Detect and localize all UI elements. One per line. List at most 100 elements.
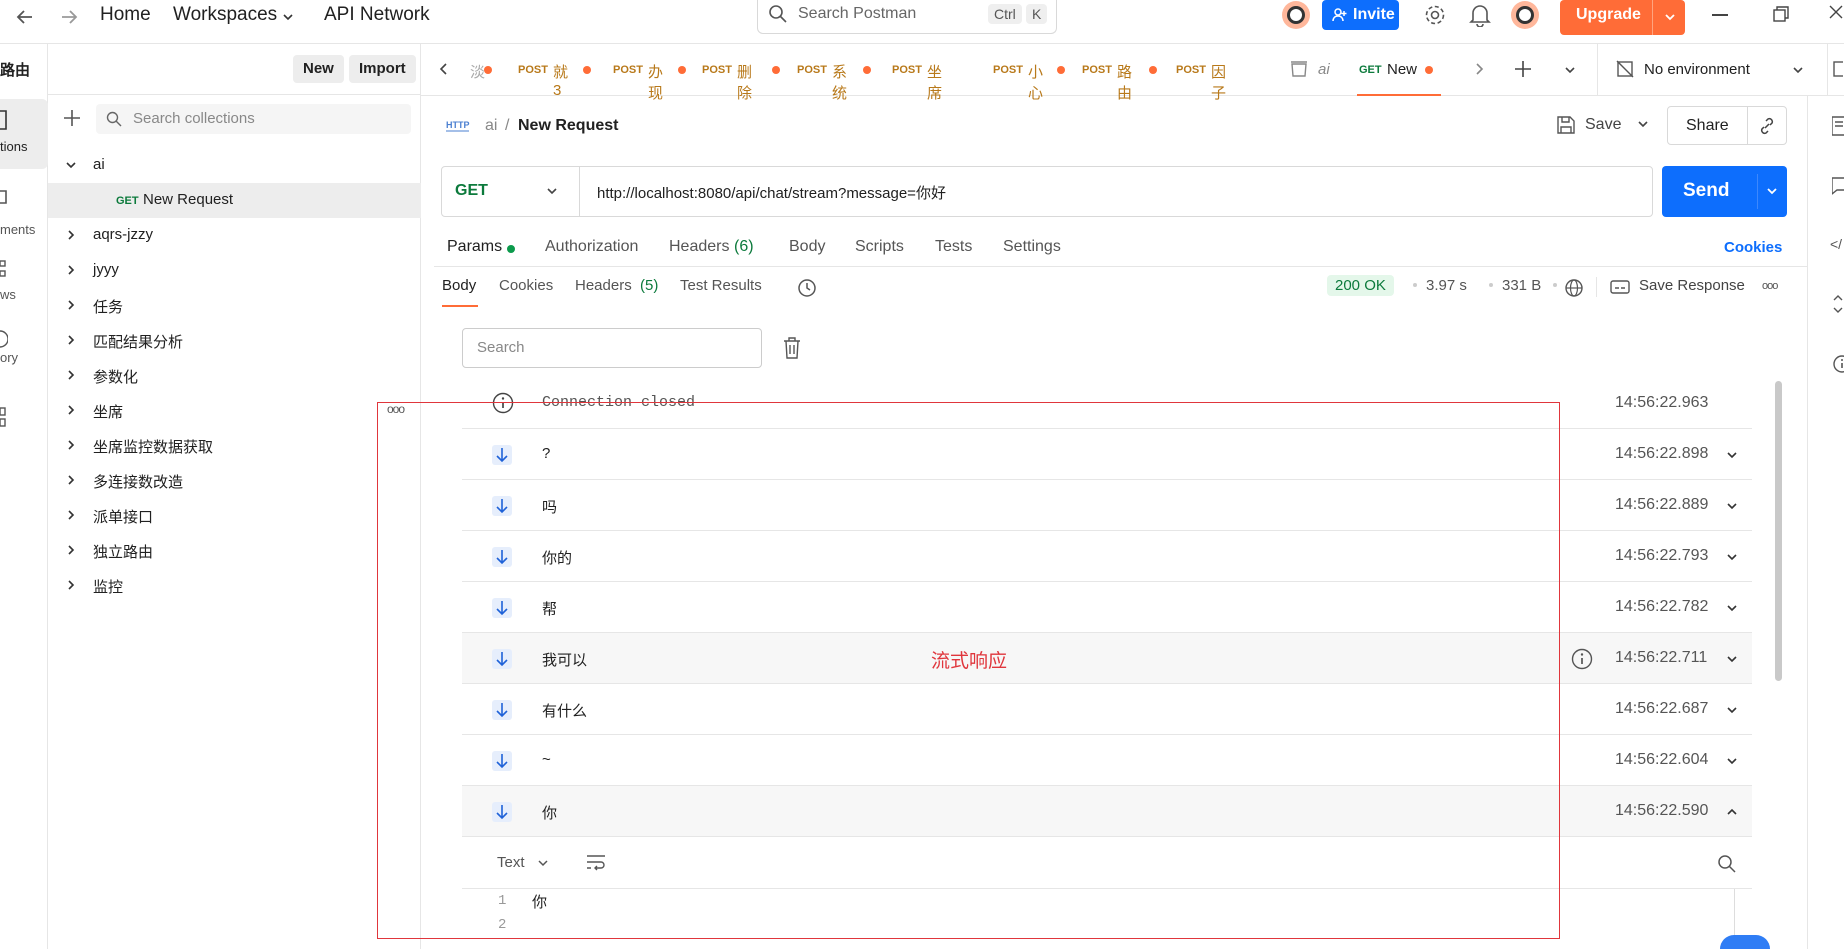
response-time[interactable]: 3.97 s (1426, 277, 1467, 294)
tab-headers[interactable]: Headers (669, 238, 729, 256)
restore-window-icon[interactable] (1773, 6, 1789, 22)
avatar-icon[interactable] (1281, 0, 1311, 30)
tree-item-aqrs-jzzy[interactable]: aqrs-jzzy (48, 218, 421, 253)
profile-avatar-icon[interactable] (1510, 0, 1540, 30)
add-tab-icon[interactable] (1514, 60, 1532, 78)
chevron-down-icon[interactable] (1636, 117, 1650, 131)
method-selector[interactable]: GET (442, 167, 580, 216)
save-response-button[interactable]: Save Response (1610, 275, 1750, 299)
chevron-right-icon[interactable] (64, 473, 78, 487)
documentation-icon[interactable] (1832, 116, 1844, 136)
chevron-down-icon[interactable] (1725, 754, 1739, 768)
info-icon[interactable] (1832, 354, 1844, 374)
chevron-right-icon[interactable] (64, 228, 78, 242)
help-bubble[interactable] (1720, 935, 1770, 949)
tree-item-parameterize[interactable]: 参数化 (48, 358, 421, 393)
url-input[interactable]: http://localhost:8080/api/chat/stream?me… (597, 182, 946, 203)
new-button[interactable]: New (293, 55, 344, 83)
status-badge[interactable]: 200 OK (1327, 275, 1394, 296)
history-icon[interactable] (797, 278, 817, 298)
related-icon[interactable] (1832, 294, 1844, 314)
chevron-right-icon[interactable] (64, 368, 78, 382)
tree-item-multi-connection[interactable]: 多连接数改造 (48, 463, 421, 498)
chevron-left-icon[interactable] (438, 62, 450, 76)
back-arrow-icon[interactable] (14, 6, 36, 28)
search-icon[interactable] (1717, 854, 1737, 874)
cookies-link[interactable]: Cookies (1724, 239, 1782, 256)
globe-icon[interactable] (1564, 278, 1584, 298)
breadcrumb-parent[interactable]: ai (485, 117, 497, 135)
tree-item-new-request[interactable]: GET New Request (48, 183, 421, 218)
add-icon[interactable] (63, 109, 81, 127)
chevron-down-icon[interactable] (64, 158, 78, 172)
more-options-icon[interactable]: ooo (1762, 280, 1778, 292)
chevron-down-icon[interactable] (1725, 652, 1739, 666)
tree-item-independent-routing[interactable]: 独立路由 (48, 533, 421, 568)
tab-authorization[interactable]: Authorization (545, 238, 638, 256)
rail-item-collections[interactable]: tions (0, 99, 48, 169)
tree-item-match-analysis[interactable]: 匹配结果分析 (48, 323, 421, 358)
tree-item-seat[interactable]: 坐席 (48, 393, 421, 428)
tree-item-dispatch-api[interactable]: 派单接口 (48, 498, 421, 533)
send-button[interactable]: Send (1662, 166, 1787, 217)
chevron-right-icon[interactable] (64, 263, 78, 277)
forward-arrow-icon[interactable] (58, 6, 80, 28)
tab-body[interactable]: Body (789, 238, 825, 256)
chevron-down-icon[interactable] (1765, 184, 1779, 198)
chevron-right-icon[interactable] (1473, 62, 1485, 76)
tree-item-monitor[interactable]: 监控 (48, 568, 421, 603)
nav-api-network[interactable]: API Network (324, 4, 430, 26)
response-tab-cookies[interactable]: Cookies (499, 277, 553, 294)
tab-tests[interactable]: Tests (935, 238, 972, 256)
tree-item-ai[interactable]: ai (48, 148, 421, 183)
save-button[interactable]: Save (1555, 106, 1632, 144)
tree-item-tasks[interactable]: 任务 (48, 288, 421, 323)
rail-item-flows[interactable]: ws (0, 249, 48, 319)
chevron-right-icon[interactable] (64, 333, 78, 347)
bell-icon[interactable] (1469, 3, 1491, 27)
trash-icon[interactable] (783, 337, 801, 359)
tree-item-seat-monitor[interactable]: 坐席监控数据获取 (48, 428, 421, 463)
environment-selector[interactable]: No environment (1611, 44, 1821, 96)
chevron-right-icon[interactable] (64, 403, 78, 417)
close-window-icon[interactable] (1828, 4, 1844, 20)
tab-params[interactable]: Params (447, 238, 502, 256)
chevron-down-icon[interactable] (1563, 63, 1577, 77)
tab-scripts[interactable]: Scripts (855, 238, 904, 256)
chevron-down-icon[interactable] (1725, 448, 1739, 462)
response-size[interactable]: 331 B (1502, 277, 1541, 294)
chevron-right-icon[interactable] (64, 438, 78, 452)
chevron-down-icon[interactable] (1725, 550, 1739, 564)
settings-gear-icon[interactable] (1423, 3, 1447, 27)
page-title[interactable]: New Request (518, 117, 618, 135)
nav-home[interactable]: Home (100, 4, 151, 26)
rail-item-environments[interactable]: ments (0, 179, 48, 249)
chevron-right-icon[interactable] (64, 298, 78, 312)
messages-search-input[interactable]: Search (462, 328, 762, 368)
chevron-right-icon[interactable] (64, 543, 78, 557)
comments-icon[interactable] (1832, 176, 1844, 196)
invite-button[interactable]: Invite (1322, 0, 1399, 30)
global-search[interactable]: Search Postman Ctrl K (757, 0, 1057, 34)
share-button[interactable]: Share (1686, 117, 1729, 135)
info-icon[interactable] (1571, 648, 1593, 670)
response-tab-body[interactable]: Body (442, 277, 476, 294)
environment-quicklook-icon[interactable] (1829, 60, 1843, 78)
code-icon[interactable]: </ (1830, 236, 1842, 252)
chevron-up-icon[interactable] (1725, 805, 1739, 819)
tab-settings[interactable]: Settings (1003, 238, 1061, 256)
chevron-right-icon[interactable] (64, 578, 78, 592)
search-collections-input[interactable]: Search collections (96, 104, 411, 134)
chevron-down-icon[interactable] (1725, 703, 1739, 717)
rail-item-history[interactable]: ory (0, 319, 48, 389)
upgrade-button[interactable]: Upgrade (1560, 0, 1685, 35)
chevron-down-icon[interactable] (1725, 499, 1739, 513)
link-icon[interactable] (1758, 117, 1776, 135)
chevron-right-icon[interactable] (64, 508, 78, 522)
apps-icon[interactable] (0, 406, 8, 428)
minimize-icon[interactable] (1712, 14, 1728, 16)
chevron-down-icon[interactable] (1725, 601, 1739, 615)
response-tab-test-results[interactable]: Test Results (680, 277, 762, 294)
import-button[interactable]: Import (349, 55, 416, 83)
chevron-down-icon[interactable] (1663, 10, 1677, 24)
